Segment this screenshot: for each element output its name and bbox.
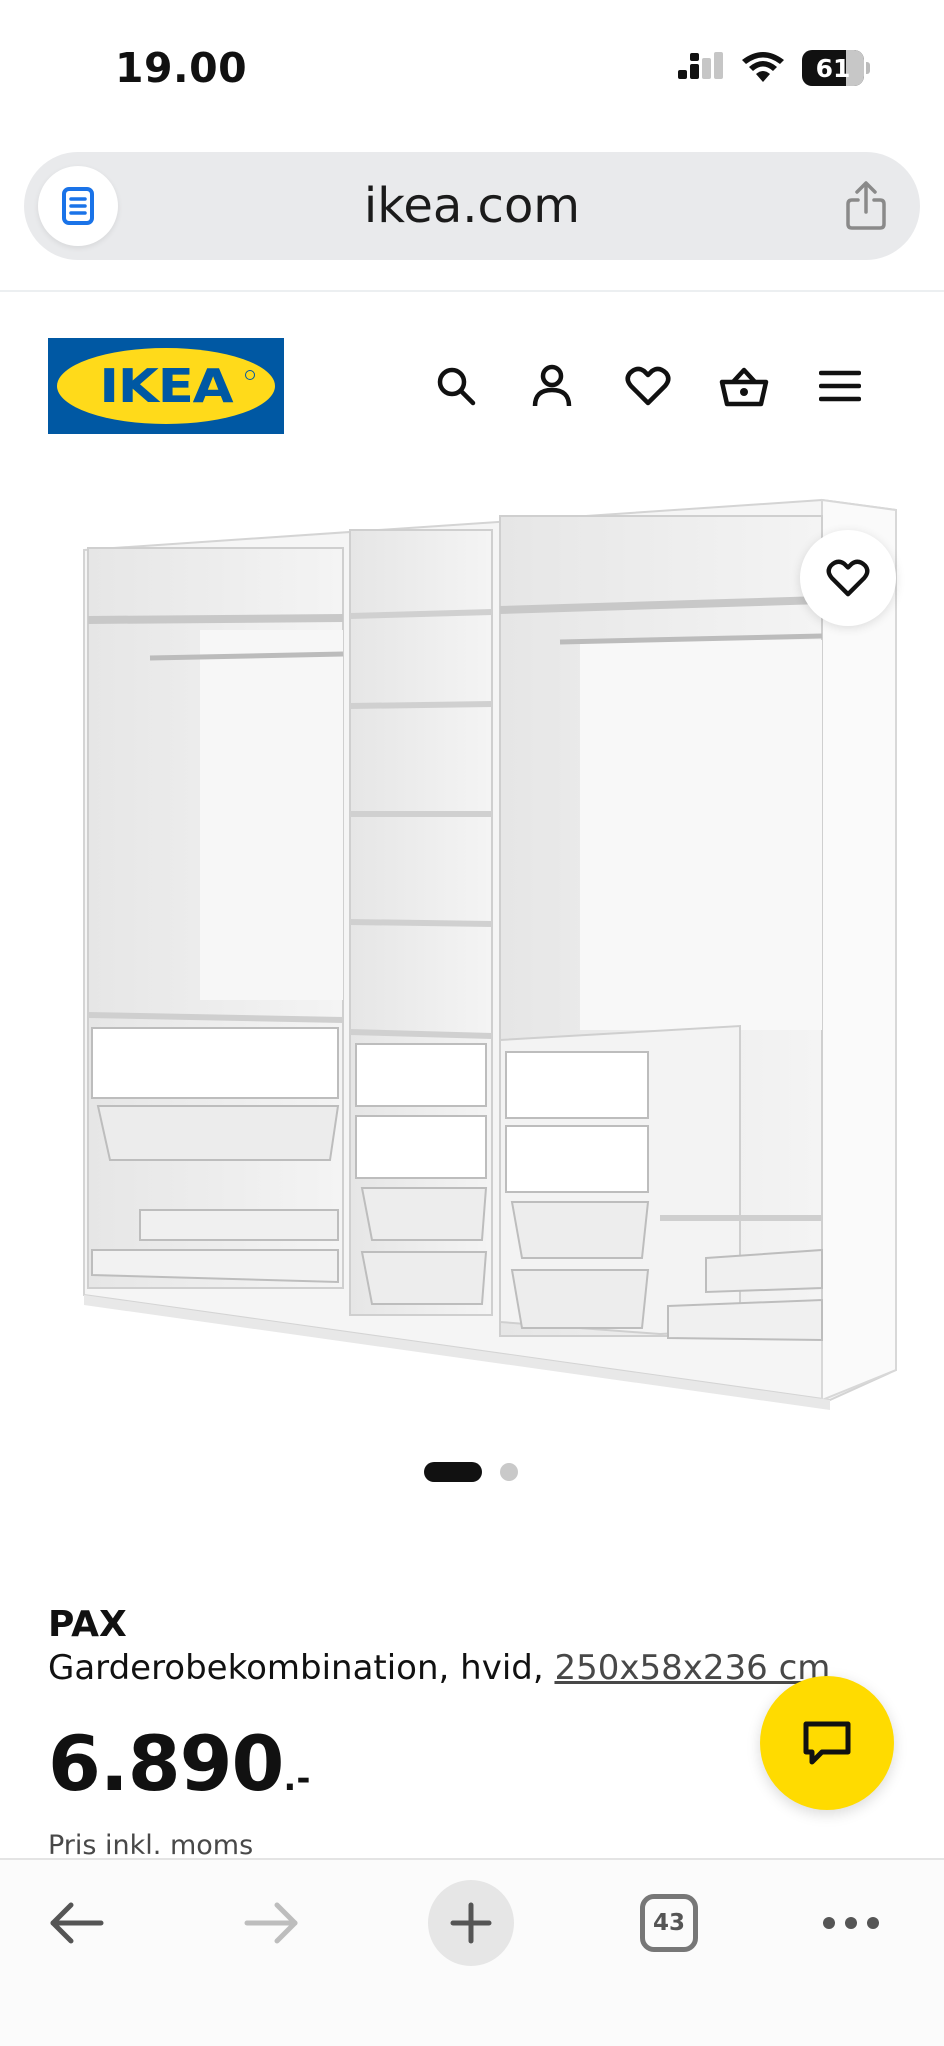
new-tab-button[interactable] [428,1880,514,1966]
plus-icon [450,1902,492,1944]
status-icons: 61 [678,48,870,88]
carousel-dot[interactable] [500,1463,518,1481]
account-button[interactable] [526,356,578,416]
tabs-button[interactable]: 43 [632,1880,706,1966]
header-actions [430,356,866,416]
carousel-indicator [424,1462,518,1482]
menu-button[interactable] [814,356,866,416]
tab-count: 43 [640,1894,698,1952]
product-description-text: Garderobekombination, hvid, [48,1648,555,1688]
heart-icon [625,366,671,406]
wifi-icon [742,52,784,82]
more-options-button[interactable] [816,1880,886,1966]
basket-icon [719,367,769,407]
more-dots-icon [823,1917,879,1929]
search-icon [437,367,476,406]
favorites-button[interactable] [622,356,674,416]
forward-arrow-icon [244,1902,298,1944]
battery-indicator: 61 [802,50,870,86]
cart-button[interactable] [718,356,770,416]
product-description: Garderobekombination, hvid, 250x58x236 c… [48,1648,830,1688]
header-divider [0,290,944,292]
price-suffix: .- [283,1759,311,1799]
hamburger-menu-icon [819,370,861,402]
status-time: 19.00 [115,44,248,92]
product-dimensions-link[interactable]: 250x58x236 cm [554,1648,830,1688]
back-arrow-icon [50,1902,104,1944]
status-bar: 19.00 61 [0,0,944,140]
back-button[interactable] [40,1880,112,1966]
carousel-dot-active[interactable] [424,1462,482,1482]
battery-level: 61 [815,53,851,83]
product-image[interactable] [0,470,944,1450]
price-note: Pris inkl. moms [48,1830,254,1861]
product-name: PAX [48,1604,127,1645]
chat-button[interactable] [760,1676,894,1810]
logo-text: IKEA [99,359,233,413]
chat-icon [803,1721,851,1765]
browser-toolbar: 43 [0,1858,944,2046]
cellular-signal-icon [678,52,723,79]
share-icon[interactable] [840,180,892,232]
forward-button[interactable] [236,1880,308,1966]
url-text[interactable]: ikea.com [24,178,920,234]
address-bar[interactable]: ikea.com [24,152,920,260]
heart-icon [826,559,870,597]
product-price: 6.890 .- [48,1726,310,1802]
price-value: 6.890 [48,1719,284,1808]
search-button[interactable] [430,356,482,416]
save-to-favorites-button[interactable] [800,530,896,626]
ikea-logo[interactable]: IKEA [48,338,284,434]
account-icon [532,364,572,407]
